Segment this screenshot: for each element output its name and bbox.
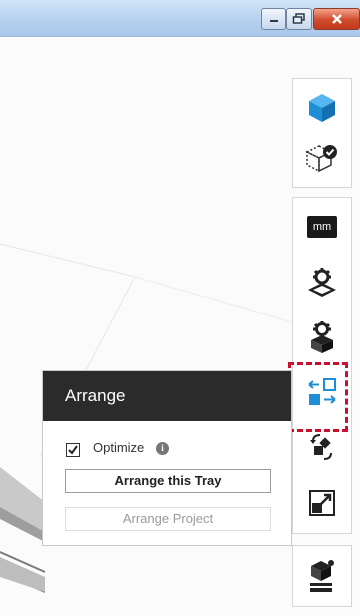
print-job-icon (310, 560, 334, 592)
restore-button[interactable] (286, 8, 312, 30)
rotate-icon (310, 434, 332, 460)
optimize-label: Optimize (93, 440, 145, 455)
restore-icon (287, 9, 311, 29)
view-toolbar (292, 78, 352, 188)
layer-gear-icon (308, 268, 336, 297)
arrange-project-button: Arrange Project (65, 507, 271, 531)
scale-button[interactable] (293, 478, 351, 528)
units-mm-icon: mm (307, 216, 337, 238)
scale-icon (309, 490, 335, 516)
arrange-highlight (288, 362, 348, 432)
print-job-button[interactable] (293, 552, 351, 602)
arrange-tray-button[interactable]: Arrange this Tray (65, 469, 271, 493)
dice-check-button[interactable] (293, 133, 351, 183)
units-button[interactable]: mm (293, 202, 351, 252)
optimize-checkbox[interactable] (66, 443, 80, 457)
arrange-panel: Arrange Optimize i Arrange this Tray Arr… (42, 370, 292, 546)
minimize-button[interactable] (261, 8, 286, 30)
object-settings-button[interactable] (293, 312, 351, 362)
checkmark-icon (68, 445, 78, 455)
arrange-panel-title: Arrange (43, 371, 291, 421)
close-button[interactable] (313, 8, 360, 30)
dice-check-icon (305, 145, 337, 173)
close-icon (314, 9, 359, 29)
view-cube-button[interactable] (293, 83, 351, 133)
box-gear-icon (311, 321, 333, 353)
print-toolbar (292, 545, 352, 607)
units-label: mm (312, 221, 332, 233)
layer-settings-button[interactable] (293, 258, 351, 308)
info-icon[interactable]: i (156, 442, 169, 455)
minimize-icon (262, 9, 285, 29)
window-titlebar (0, 0, 360, 37)
cube-view-icon (309, 94, 335, 122)
